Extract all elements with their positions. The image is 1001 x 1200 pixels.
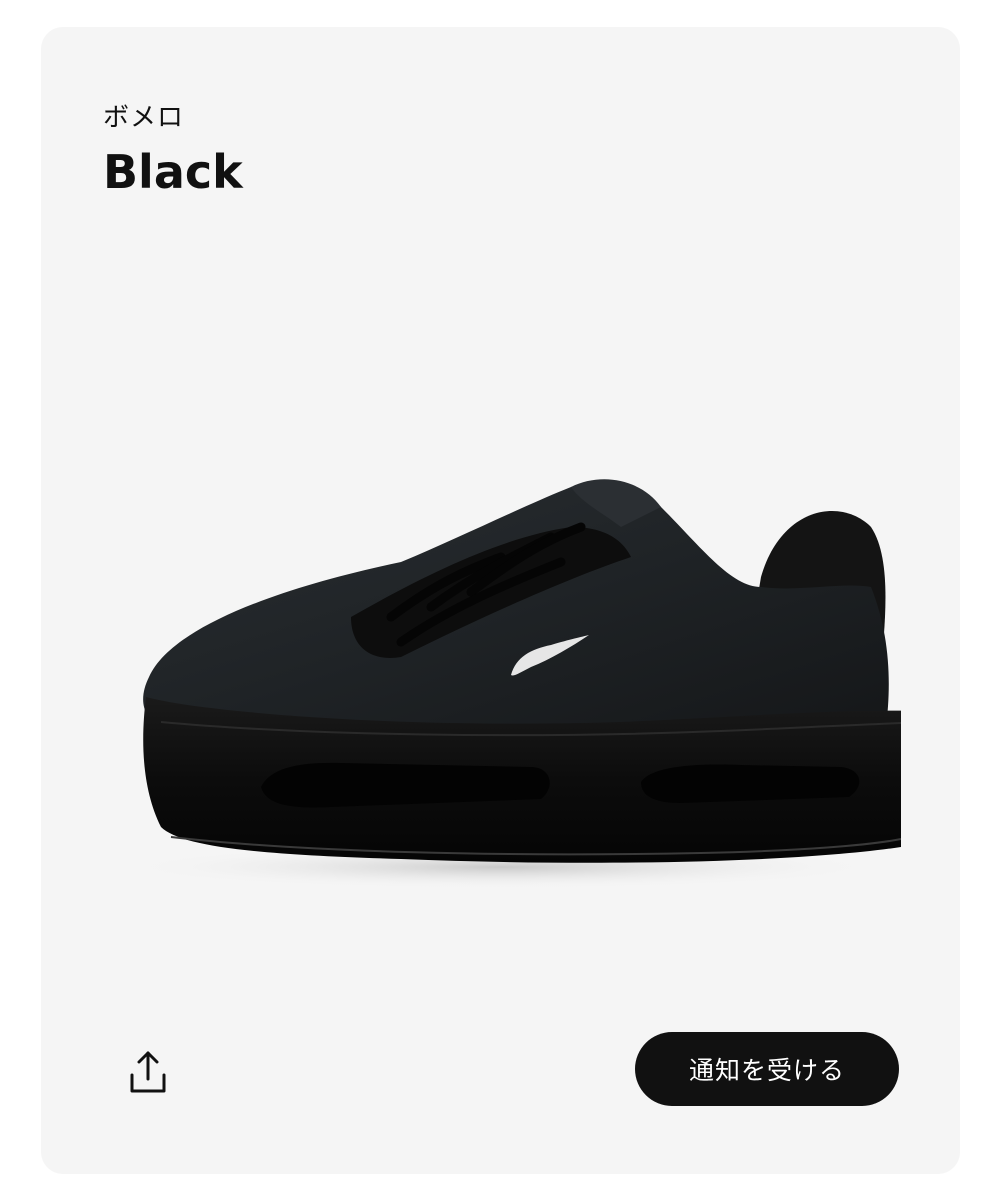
product-color-name: Black — [103, 145, 243, 199]
product-card: ボメロ Black 通知を受ける — [41, 27, 960, 1174]
sneaker-illustration — [121, 479, 942, 889]
sneaker-image — [101, 467, 942, 907]
notify-me-button[interactable]: 通知を受ける — [635, 1032, 899, 1106]
share-icon — [130, 1051, 166, 1093]
product-category-label: ボメロ — [103, 103, 185, 133]
share-button[interactable] — [121, 1045, 175, 1099]
